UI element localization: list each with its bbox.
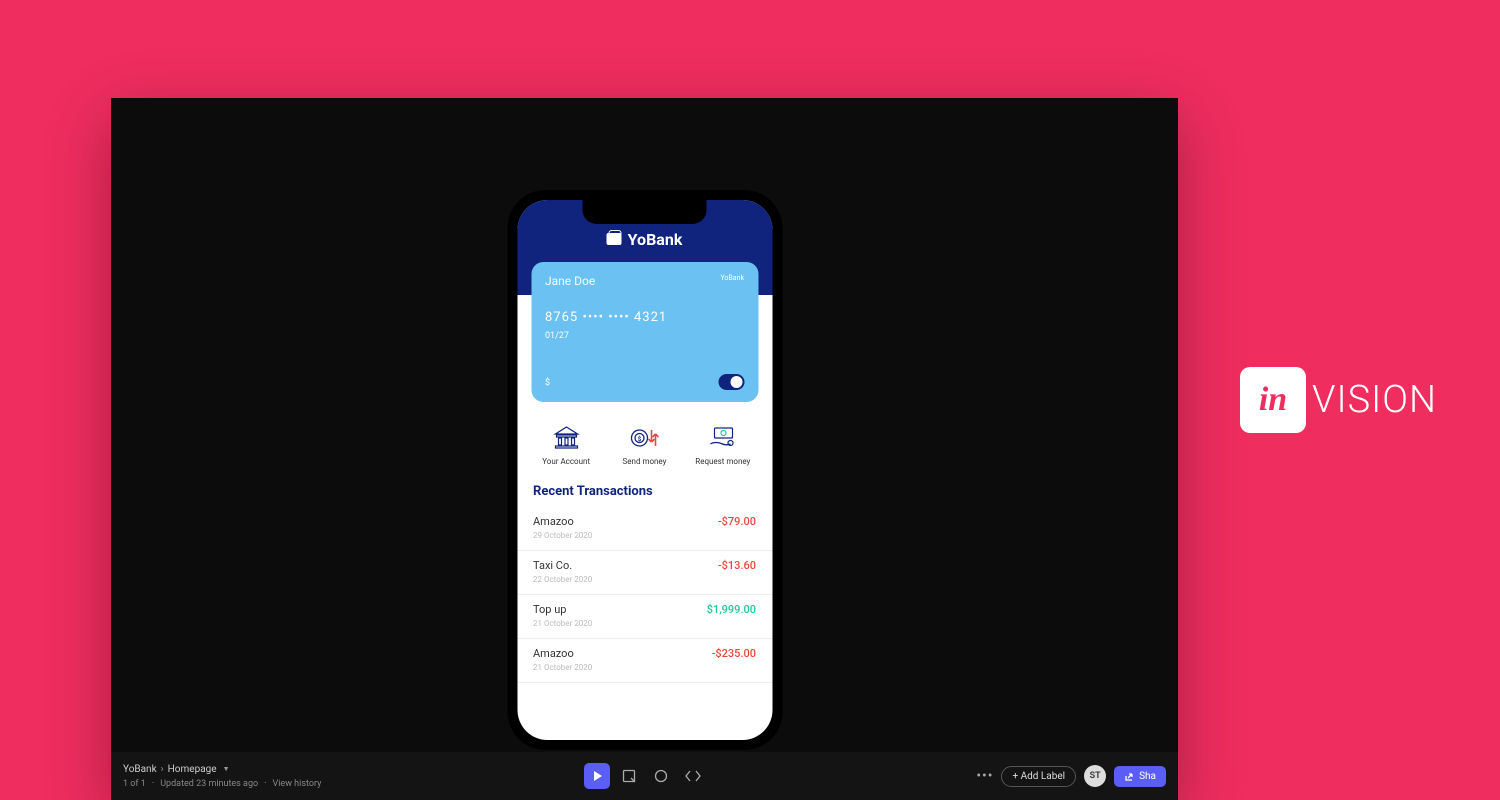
card-number: 8765 •••• •••• 4321: [545, 310, 744, 325]
add-label-button[interactable]: + Add Label: [1001, 766, 1076, 787]
phone-notch: [583, 200, 707, 224]
action-send-money[interactable]: $ Send money: [609, 425, 679, 466]
page-count: 1 of 1: [123, 779, 146, 789]
phone-screen: YoBank Jane Doe YoBank 8765 •••• •••• 43…: [517, 200, 772, 740]
transactions-title: Recent Transactions: [517, 466, 772, 507]
inspect-button[interactable]: [616, 763, 642, 789]
breadcrumb-project[interactable]: YoBank: [123, 764, 157, 775]
svg-text:$: $: [638, 436, 642, 443]
logo-text: VISION: [1312, 378, 1437, 422]
bank-icon: [551, 425, 581, 451]
share-label: Sha: [1139, 771, 1156, 782]
tx-date: 21 October 2020: [533, 663, 592, 672]
view-history-link[interactable]: View history: [273, 779, 322, 789]
user-avatar[interactable]: ST: [1084, 765, 1106, 787]
action-label: Send money: [609, 457, 679, 466]
comment-button[interactable]: [648, 763, 674, 789]
tx-name: Amazoo: [533, 647, 592, 660]
tx-amount: $1,999.00: [707, 603, 756, 616]
transaction-row[interactable]: Amazoo 21 October 2020 -$235.00: [517, 639, 772, 683]
card-logo-icon: [718, 374, 744, 390]
card-expiry: 01/27: [545, 331, 744, 341]
transaction-row[interactable]: Amazoo 29 October 2020 -$79.00: [517, 507, 772, 551]
code-button[interactable]: [680, 763, 706, 789]
updated-time: Updated 23 minutes ago: [160, 779, 258, 789]
tx-name: Amazoo: [533, 515, 592, 528]
tx-amount: -$235.00: [712, 647, 756, 660]
card-brand: YoBank: [720, 274, 744, 282]
request-money-icon: [708, 425, 738, 451]
meta-row: 1 of 1 · Updated 23 minutes ago · View h…: [123, 779, 321, 789]
center-tools: [584, 763, 706, 789]
bank-card: Jane Doe YoBank 8765 •••• •••• 4321 01/2…: [531, 262, 758, 402]
action-your-account[interactable]: Your Account: [531, 425, 601, 466]
logo-badge: in: [1240, 367, 1306, 433]
action-label: Your Account: [531, 457, 601, 466]
tx-date: 29 October 2020: [533, 531, 592, 540]
card-currency: $: [545, 378, 550, 388]
send-money-icon: $: [629, 425, 659, 451]
transaction-list: Amazoo 29 October 2020 -$79.00 Taxi Co. …: [517, 507, 772, 683]
phone-frame: YoBank Jane Doe YoBank 8765 •••• •••• 43…: [507, 190, 782, 750]
tx-amount: -$79.00: [718, 515, 756, 528]
action-label: Request money: [688, 457, 758, 466]
tx-date: 22 October 2020: [533, 575, 592, 584]
transaction-row[interactable]: Top up 21 October 2020 $1,999.00: [517, 595, 772, 639]
share-button[interactable]: Sha: [1114, 766, 1166, 787]
wallet-icon: [607, 233, 622, 245]
bottom-toolbar: YoBank › Homepage ▼ 1 of 1 · Updated 23 …: [111, 752, 1178, 800]
invision-logo: in VISION: [1240, 367, 1437, 433]
breadcrumb: YoBank › Homepage ▼: [123, 764, 321, 775]
transaction-row[interactable]: Taxi Co. 22 October 2020 -$13.60: [517, 551, 772, 595]
card-holder: Jane Doe: [545, 274, 744, 288]
action-request-money[interactable]: Request money: [688, 425, 758, 466]
action-row: Your Account $ Send money Request money: [517, 425, 772, 466]
play-button[interactable]: [584, 763, 610, 789]
chevron-right-icon: ›: [161, 764, 164, 775]
share-icon: [1124, 771, 1135, 782]
dropdown-icon[interactable]: ▼: [223, 765, 230, 773]
tx-name: Top up: [533, 603, 592, 616]
app-name: YoBank: [628, 230, 683, 249]
more-menu-icon[interactable]: •••: [976, 768, 993, 784]
breadcrumb-area: YoBank › Homepage ▼ 1 of 1 · Updated 23 …: [123, 764, 321, 789]
design-canvas[interactable]: YoBank Jane Doe YoBank 8765 •••• •••• 43…: [111, 98, 1178, 800]
tx-amount: -$13.60: [718, 559, 756, 572]
breadcrumb-page[interactable]: Homepage: [168, 764, 217, 775]
tx-date: 21 October 2020: [533, 619, 592, 628]
right-tools: ••• + Add Label ST Sha: [976, 765, 1166, 787]
artboard: YoBank Jane Doe YoBank 8765 •••• •••• 43…: [507, 190, 782, 750]
tx-name: Taxi Co.: [533, 559, 592, 572]
